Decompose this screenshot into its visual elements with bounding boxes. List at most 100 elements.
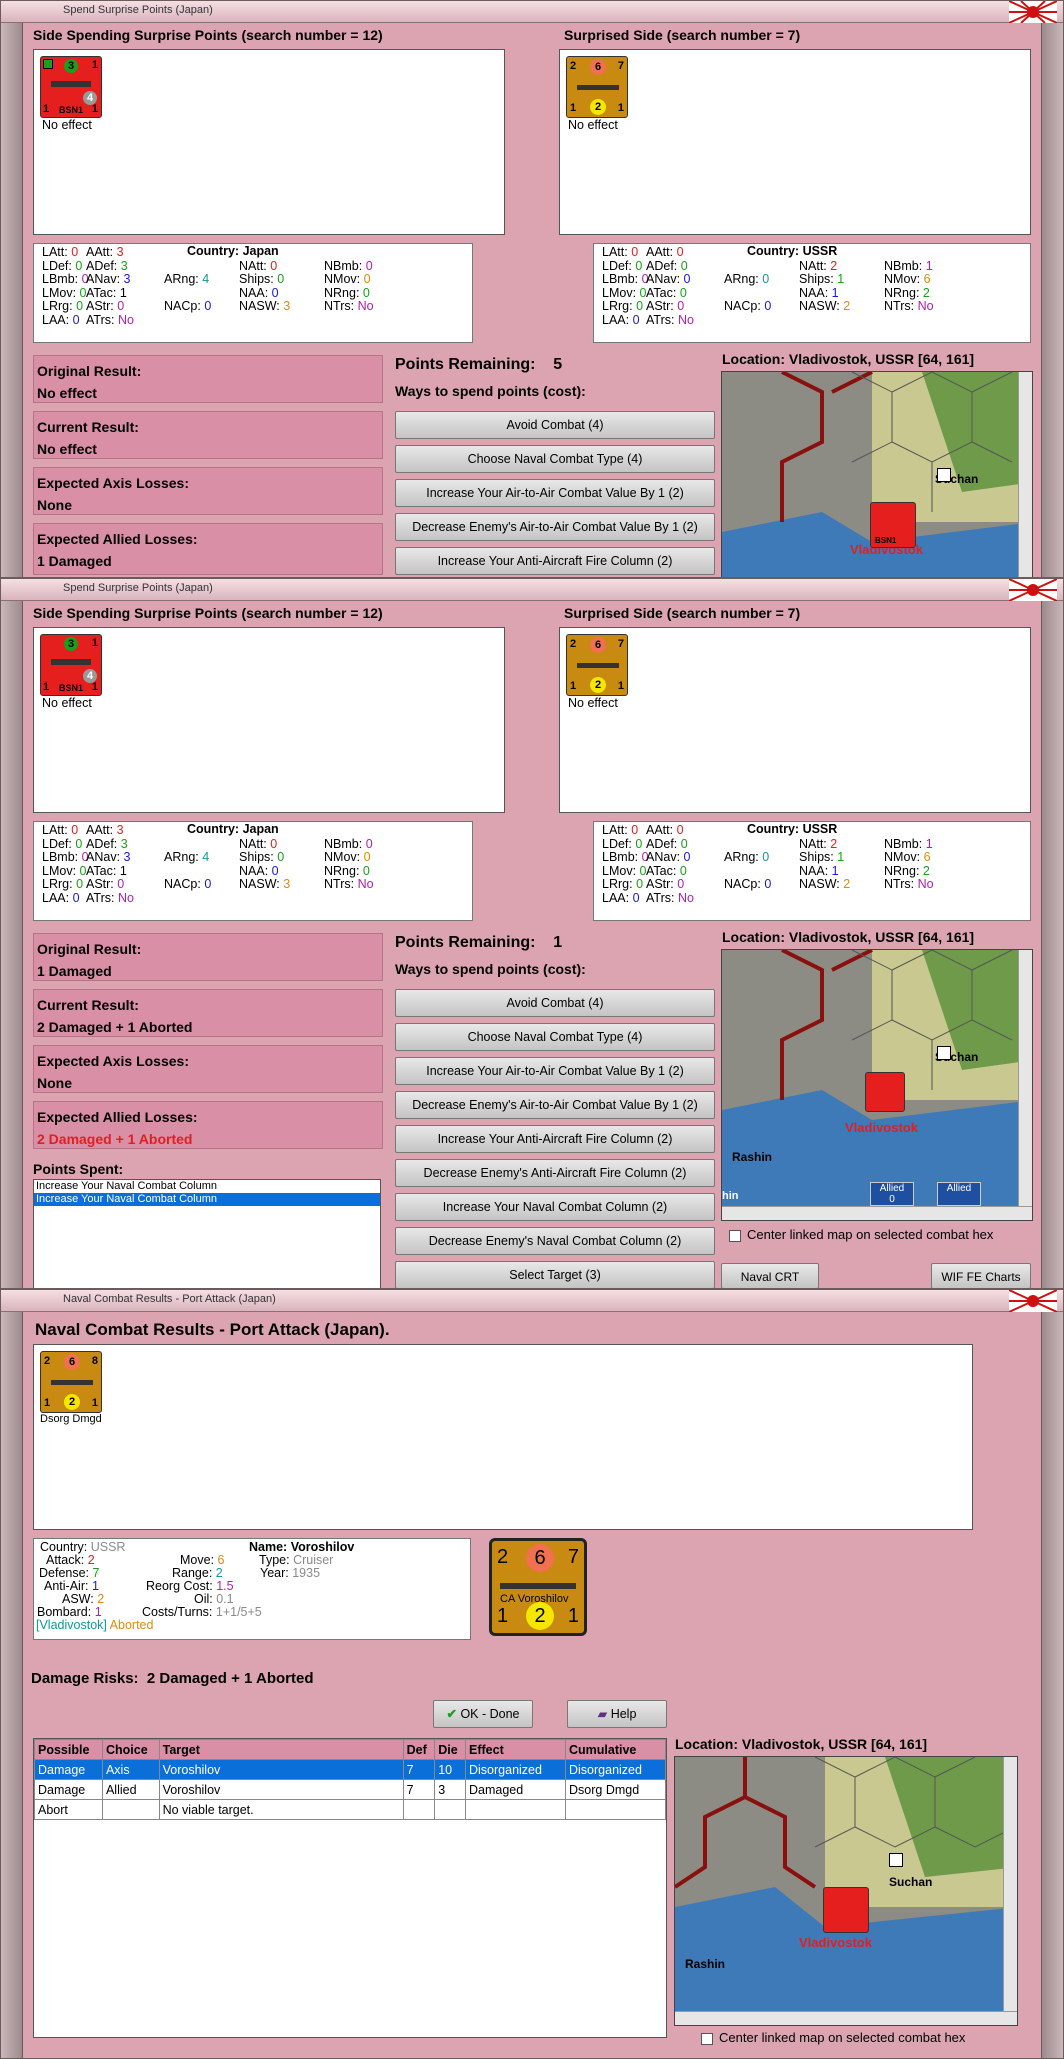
- center-map-checkbox[interactable]: Center linked map on selected combat hex: [701, 2030, 965, 2045]
- spending-side-label: Side Spending Surprise Points (search nu…: [33, 27, 383, 43]
- axis-unit-counter[interactable]: 3 1 4 1 BSN1 1: [40, 634, 102, 696]
- stat-item: ATac: 1: [86, 864, 127, 879]
- increase-aa-fire-button[interactable]: Increase Your Anti-Aircraft Fire Column …: [395, 1125, 715, 1153]
- naval-crt-button[interactable]: Naval CRT: [721, 1263, 819, 1288]
- choose-naval-combat-type-button[interactable]: Choose Naval Combat Type (4): [395, 445, 715, 473]
- map-label-vladivostok: Vladivostok: [845, 1120, 918, 1135]
- stat-value: No: [917, 877, 934, 891]
- decrease-enemy-air-combat-button[interactable]: Decrease Enemy's Air-to-Air Combat Value…: [395, 513, 715, 541]
- result-label: Expected Allied Losses:: [37, 1109, 198, 1125]
- table-row[interactable]: Damage Axis Voroshilov 7 10 Disorganized Disor…: [34, 1759, 666, 1780]
- stat-label: ANav:: [646, 272, 681, 286]
- stat-label: AStr:: [646, 299, 674, 313]
- stat-label: NTrs:: [884, 877, 915, 891]
- table-row[interactable]: Damage Allied Voroshilov 7 3 Damaged Dsorg Dmg…: [34, 1779, 666, 1800]
- stat-value: 0: [764, 877, 772, 891]
- avoid-combat-button[interactable]: Avoid Combat (4): [395, 411, 715, 439]
- column-header[interactable]: Die: [434, 1739, 466, 1760]
- allied-fleet-box[interactable]: Allied 0: [870, 1182, 914, 1206]
- checkbox-icon[interactable]: [729, 1229, 741, 1242]
- wif-fe-charts-button[interactable]: WIF FE Charts: [931, 1263, 1031, 1288]
- spending-units-box: 3 1 4 1 BSN1 1 No effect: [33, 627, 505, 813]
- map-vertical-scrollbar[interactable]: [1018, 372, 1032, 577]
- rising-sun-flag-icon: [1009, 1290, 1057, 1312]
- table-cell: Disorganized: [465, 1759, 566, 1780]
- decrease-enemy-naval-combat-button[interactable]: Decrease Enemy's Naval Combat Column (2): [395, 1227, 715, 1255]
- allied-fleet-box[interactable]: Allied: [937, 1182, 981, 1206]
- stat-value: 3: [120, 258, 128, 273]
- increase-air-combat-button[interactable]: Increase Your Air-to-Air Combat Value By…: [395, 1057, 715, 1085]
- counter-value: 7: [567, 1546, 579, 1568]
- ok-done-button[interactable]: ✔ OK - Done: [433, 1700, 533, 1728]
- stat-label: NMov:: [884, 850, 921, 864]
- allied-unit-counter[interactable]: 2 6 8 1 2 1: [40, 1351, 102, 1413]
- column-header[interactable]: Possible: [34, 1739, 103, 1760]
- table-row[interactable]: Abort No viable target.: [34, 1799, 666, 1820]
- large-unit-counter[interactable]: 2 6 7 CA Voroshilov 1 2 1: [489, 1538, 587, 1636]
- column-header[interactable]: Effect: [465, 1739, 566, 1760]
- checkbox-icon[interactable]: [701, 2032, 713, 2045]
- help-button[interactable]: ▰ Help: [567, 1700, 667, 1728]
- stat-value: 4: [202, 272, 210, 286]
- counter-value: 1: [497, 1605, 509, 1627]
- ways-label: Ways to spend points (cost):: [395, 383, 586, 399]
- allied-stats-panel: Country: USSR LAtt: 0 LDef: 0 LBmb: 0 LMov:…: [593, 243, 1031, 343]
- stat-item: ATrs: No: [646, 313, 694, 328]
- table-cell: [101, 1799, 160, 1820]
- stat-item: LAA: 0: [602, 313, 640, 328]
- stat-item: ANav: 3: [86, 272, 131, 287]
- column-header[interactable]: Choice: [101, 1739, 160, 1760]
- right-frame: [1041, 23, 1063, 577]
- column-header[interactable]: Def: [402, 1739, 436, 1760]
- map-horizontal-scrollbar[interactable]: [675, 2011, 1017, 2025]
- axis-unit-counter[interactable]: 3 1 4 1 BSN1 1: [40, 56, 102, 118]
- stat-label: LAA:: [42, 890, 70, 905]
- stat-item: ATac: 0: [646, 864, 687, 879]
- center-map-checkbox[interactable]: Center linked map on selected combat hex: [729, 1227, 994, 1242]
- points-spent-list[interactable]: Increase Your Naval Combat Column Increa…: [33, 1179, 381, 1288]
- window-titlebar[interactable]: Spend Surprise Points (Japan): [1, 579, 1063, 601]
- window-titlebar[interactable]: Spend Surprise Points (Japan): [1, 1, 1063, 23]
- country-label: Country:: [747, 244, 800, 258]
- location-map[interactable]: Suchan Vladivostok Rashin: [674, 1756, 1018, 2026]
- list-item-selected[interactable]: Increase Your Naval Combat Column: [34, 1193, 380, 1206]
- stat-item: NAtt: 2: [799, 259, 837, 274]
- increase-air-combat-button[interactable]: Increase Your Air-to-Air Combat Value By…: [395, 479, 715, 507]
- result-value: 2 Damaged + 1 Aborted: [37, 1019, 193, 1035]
- decrease-enemy-air-combat-button[interactable]: Decrease Enemy's Air-to-Air Combat Value…: [395, 1091, 715, 1119]
- ship-icon: [51, 1380, 93, 1385]
- column-header[interactable]: Target: [158, 1739, 404, 1760]
- counter-value: 7: [617, 60, 624, 72]
- list-item[interactable]: Increase Your Naval Combat Column: [34, 1180, 380, 1193]
- column-header[interactable]: Cumulative: [565, 1739, 666, 1760]
- choose-naval-combat-type-button[interactable]: Choose Naval Combat Type (4): [395, 1023, 715, 1051]
- stat-value: 0: [762, 272, 770, 286]
- stat-label: NAtt:: [799, 836, 827, 851]
- allied-unit-counter[interactable]: 2 6 7 1 2 1: [566, 56, 628, 118]
- allied-stats-panel: Country: USSR LAtt: 0 LDef: 0 LBmb: 0 LMov:…: [593, 821, 1031, 921]
- select-target-button[interactable]: Select Target (3): [395, 1261, 715, 1288]
- avoid-combat-button[interactable]: Avoid Combat (4): [395, 989, 715, 1017]
- map-unit-counter[interactable]: [823, 1887, 869, 1933]
- map-horizontal-scrollbar[interactable]: [722, 1206, 1032, 1220]
- decrease-enemy-aa-fire-button[interactable]: Decrease Enemy's Anti-Aircraft Fire Colu…: [395, 1159, 715, 1187]
- table-cell: [402, 1799, 436, 1820]
- map-vertical-scrollbar[interactable]: [1003, 1757, 1017, 2025]
- stat-label: LAA:: [42, 312, 70, 327]
- stat-value: 3: [123, 272, 131, 286]
- location-map[interactable]: Suchan Vladivostok BSN1: [721, 371, 1033, 577]
- location-map[interactable]: Suchan Vladivostok Rashin hin Allied 0 Al…: [721, 949, 1033, 1221]
- map-vertical-scrollbar[interactable]: [1018, 950, 1032, 1220]
- right-frame: [1041, 1312, 1063, 2058]
- allied-unit-counter[interactable]: 2 6 7 1 2 1: [566, 634, 628, 696]
- window-titlebar[interactable]: Naval Combat Results - Port Attack (Japa…: [1, 1290, 1063, 1312]
- current-result-box: Current Result: 2 Damaged + 1 Aborted: [33, 989, 383, 1037]
- increase-naval-combat-button[interactable]: Increase Your Naval Combat Column (2): [395, 1193, 715, 1221]
- stat-label: NAA:: [239, 863, 269, 878]
- points-remaining: Points Remaining: 5: [395, 356, 562, 374]
- increase-aa-fire-button[interactable]: Increase Your Anti-Aircraft Fire Column …: [395, 547, 715, 575]
- stat-item: NRng: 2: [884, 864, 930, 879]
- map-unit-counter[interactable]: BSN1: [870, 502, 916, 548]
- map-unit-counter[interactable]: [865, 1072, 905, 1112]
- stat-value: 0: [363, 272, 371, 286]
